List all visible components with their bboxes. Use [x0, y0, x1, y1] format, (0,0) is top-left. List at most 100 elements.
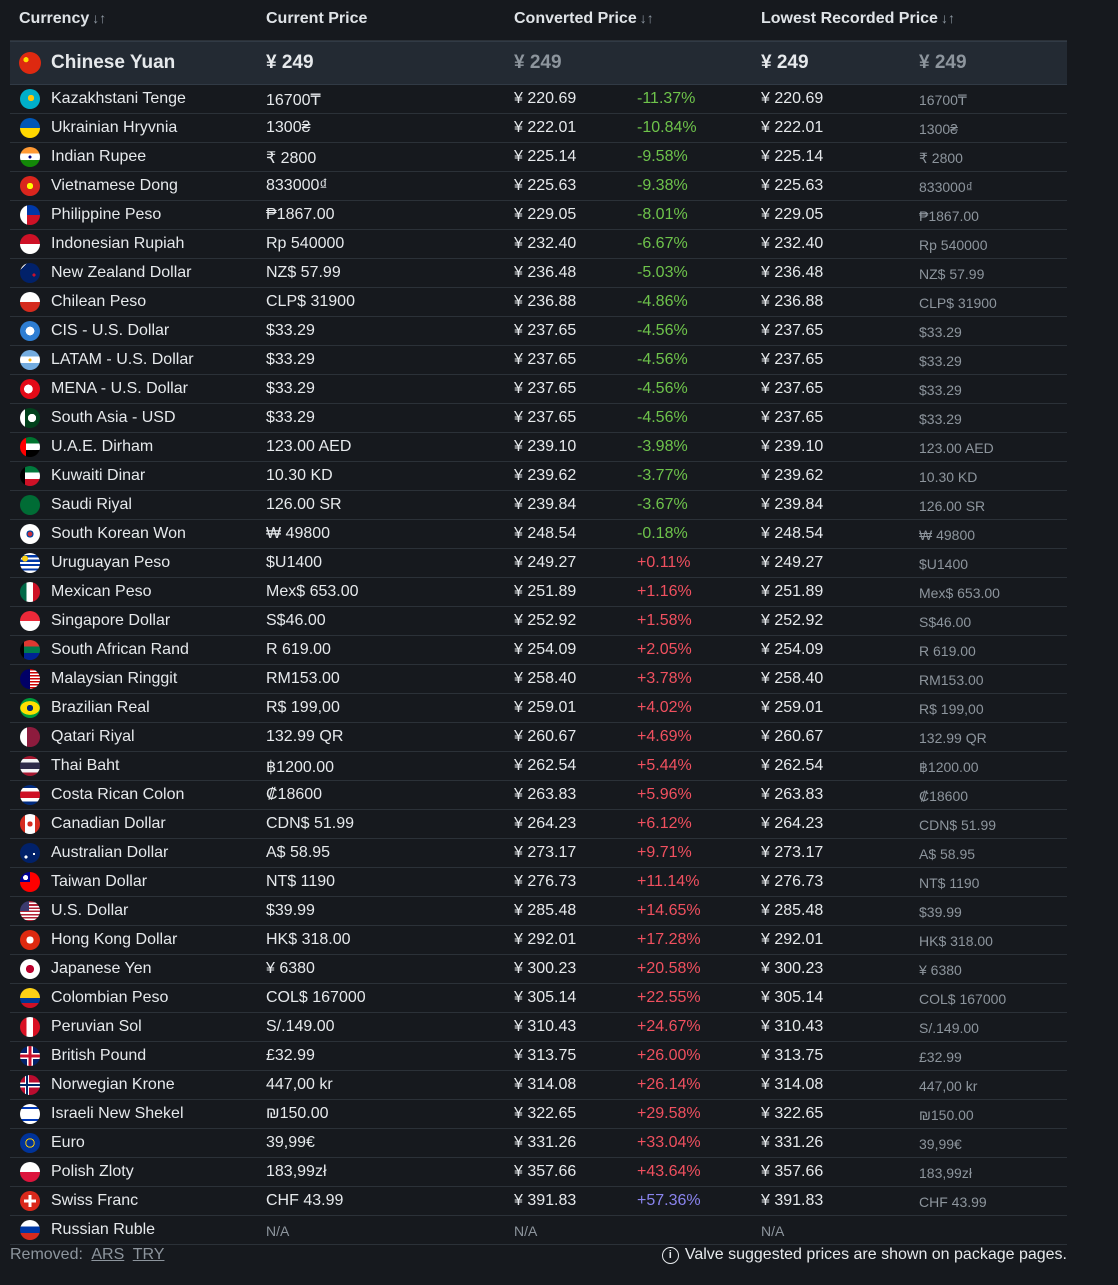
flag-icon	[20, 118, 40, 138]
currency-name: Kuwaiti Dinar	[51, 467, 146, 484]
lowest-local-price: ₹ 2800	[919, 150, 963, 166]
lowest-local-price: 123.00 AED	[919, 440, 994, 456]
table-row: Costa Rican Colon ₡18600 ¥ 263.83 +5.96% ¥ 2…	[10, 781, 1067, 810]
current-price: Mex$ 653.00	[266, 583, 359, 600]
flag-icon	[20, 901, 40, 921]
percent-difference: -8.01%	[637, 206, 688, 223]
lowest-price: ¥ 276.73	[761, 873, 824, 890]
table-row: Vietnamese Dong 833000₫ ¥ 225.63 -9.38% ¥ 22…	[10, 172, 1067, 201]
price-table: Currency ↓↑ Current Price Converted Price…	[10, 0, 1067, 1245]
converted-price: ¥ 222.01	[514, 119, 577, 136]
table-row: Taiwan Dollar NT$ 1190 ¥ 276.73 +11.14% ¥ 27…	[10, 868, 1067, 897]
removed-link-try[interactable]: TRY	[133, 1246, 165, 1263]
current-price: 447,00 kr	[266, 1076, 333, 1093]
flag-icon	[20, 408, 40, 428]
currency-rows: Kazakhstani Tenge 16700₸ ¥ 220.69 -11.37% ¥ …	[10, 85, 1067, 1245]
footer-note-text: Valve suggested prices are shown on pack…	[684, 1246, 1067, 1263]
base-currency-row: Chinese Yuan ¥ 249 ¥ 249 ¥ 249 ¥ 249	[10, 41, 1067, 85]
converted-price: ¥ 220.69	[514, 90, 577, 107]
lowest-local-price: $U1400	[919, 556, 969, 572]
table-row: Thai Baht ฿1200.00 ¥ 262.54 +5.44% ¥ 262.54 ฿…	[10, 752, 1067, 781]
percent-difference: -3.98%	[637, 438, 688, 455]
converted-price: ¥ 236.88	[514, 293, 577, 310]
flag-icon	[20, 292, 40, 312]
lowest-price: ¥ 313.75	[761, 1047, 824, 1064]
lowest-price: ¥ 239.84	[761, 496, 824, 513]
currency-name: New Zealand Dollar	[51, 264, 192, 281]
converted-price: ¥ 273.17	[514, 844, 577, 861]
percent-difference: -3.67%	[637, 496, 688, 513]
current-price: ฿1200.00	[266, 759, 335, 776]
lowest-price: ¥ 314.08	[761, 1076, 824, 1093]
lowest-local-price: HK$ 318.00	[919, 933, 993, 949]
currency-name: U.S. Dollar	[51, 902, 129, 919]
lowest-price: ¥ 237.65	[761, 322, 824, 339]
flag-icon	[20, 785, 40, 805]
flag-icon	[20, 698, 40, 718]
currency-name: LATAM - U.S. Dollar	[51, 351, 194, 368]
lowest-price: ¥ 292.01	[761, 931, 824, 948]
lowest-local-price: A$ 58.95	[919, 846, 976, 862]
currency-name: Israeli New Shekel	[51, 1105, 184, 1122]
percent-difference: +26.14%	[637, 1076, 701, 1093]
header-converted-price[interactable]: Converted Price ↓↑	[514, 10, 654, 28]
flag-icon	[20, 263, 40, 283]
lowest-price: ¥ 236.48	[761, 264, 824, 281]
current-price: 126.00 SR	[266, 496, 342, 513]
removed-link-ars[interactable]: ARS	[91, 1246, 124, 1263]
currency-name: Norwegian Krone	[51, 1076, 175, 1093]
current-price: ₡18600	[266, 786, 323, 803]
current-price: RM153.00	[266, 670, 340, 687]
sort-icon[interactable]: ↓↑	[92, 10, 106, 26]
percent-difference: +14.65%	[637, 902, 701, 919]
percent-difference: +0.11%	[637, 554, 691, 571]
currency-name: MENA - U.S. Dollar	[51, 380, 188, 397]
flag-icon	[20, 234, 40, 254]
current-price: $39.99	[266, 902, 315, 919]
lowest-price: ¥ 237.65	[761, 380, 824, 397]
lowest-local-price: NT$ 1190	[919, 875, 980, 891]
current-price: S$46.00	[266, 612, 326, 629]
converted-price: N/A	[514, 1223, 538, 1239]
converted-price: ¥ 232.40	[514, 235, 577, 252]
current-price: R$ 199,00	[266, 699, 340, 716]
lowest-local-price: 132.99 QR	[919, 730, 987, 746]
percent-difference: -11.37%	[637, 90, 696, 107]
sort-icon[interactable]: ↓↑	[640, 10, 654, 26]
lowest-local-price: 16700₸	[919, 92, 967, 108]
lowest-local-price: 1300₴	[919, 121, 958, 137]
lowest-local-price: ₪150.00	[919, 1107, 974, 1123]
currency-name: South Korean Won	[51, 525, 186, 542]
percent-difference: -4.56%	[637, 322, 688, 339]
converted-price: ¥ 225.63	[514, 177, 577, 194]
table-row: Japanese Yen ¥ 6380 ¥ 300.23 +20.58% ¥ 300.2…	[10, 955, 1067, 984]
converted-price: ¥ 262.54	[514, 757, 577, 774]
flag-icon	[20, 640, 40, 660]
table-row: British Pound £32.99 ¥ 313.75 +26.00% ¥ 313.…	[10, 1042, 1067, 1071]
current-price: ₪150.00	[266, 1105, 329, 1122]
header-lowest-price[interactable]: Lowest Recorded Price ↓↑	[761, 10, 955, 28]
percent-difference: -10.84%	[637, 119, 697, 136]
current-price: HK$ 318.00	[266, 931, 351, 948]
flag-icon	[20, 669, 40, 689]
lowest-price: N/A	[761, 1223, 785, 1239]
flag-icon	[20, 466, 40, 486]
percent-difference: +29.58%	[637, 1105, 701, 1122]
currency-name: Indian Rupee	[51, 148, 147, 165]
percent-difference: +1.16%	[637, 583, 692, 600]
table-row: Uruguayan Peso $U1400 ¥ 249.27 +0.11% ¥ 249.…	[10, 549, 1067, 578]
lowest-local-price: $33.29	[919, 353, 962, 369]
header-currency[interactable]: Currency ↓↑	[19, 10, 106, 28]
currency-name: South Asia - USD	[51, 409, 176, 426]
percent-difference: +24.67%	[637, 1018, 701, 1035]
currency-name: Hong Kong Dollar	[51, 931, 178, 948]
currency-name: Russian Ruble	[51, 1221, 156, 1238]
flag-icon	[20, 930, 40, 950]
lowest-local-price: ₱1867.00	[919, 208, 979, 224]
current-price: CDN$ 51.99	[266, 815, 355, 832]
converted-price: ¥ 313.75	[514, 1047, 577, 1064]
converted-price: ¥ 236.48	[514, 264, 577, 281]
lowest-price: ¥ 239.62	[761, 467, 824, 484]
sort-icon[interactable]: ↓↑	[941, 10, 955, 26]
lowest-price: ¥ 263.83	[761, 786, 824, 803]
